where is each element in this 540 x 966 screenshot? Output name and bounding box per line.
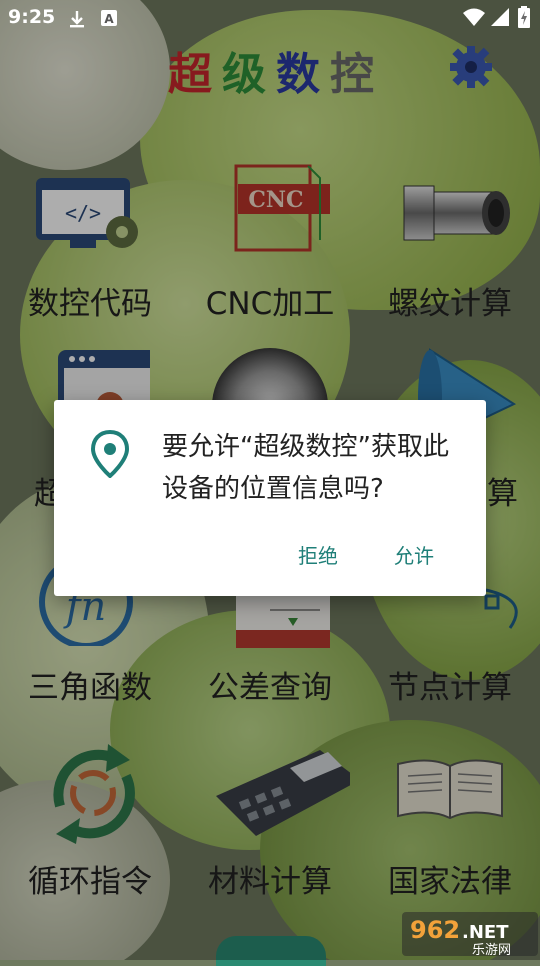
svg-text:962: 962 <box>410 916 460 944</box>
signal-icon <box>490 7 510 31</box>
status-bar: 9:25 A <box>0 0 540 36</box>
deny-button[interactable]: 拒绝 <box>298 540 338 569</box>
svg-text:A: A <box>104 12 114 26</box>
download-icon <box>68 9 86 33</box>
dialog-message: 要允许“超级数控”获取此设备的位置信息吗? <box>162 432 449 504</box>
permission-dialog: 要允许“超级数控”获取此设备的位置信息吗? 拒绝 允许 <box>54 400 486 596</box>
svg-text:.NET: .NET <box>462 922 509 943</box>
location-pin-icon <box>90 429 130 479</box>
a-icon: A <box>100 9 118 31</box>
wifi-icon <box>462 7 486 31</box>
allow-button[interactable]: 允许 <box>394 540 434 569</box>
status-time: 9:25 <box>8 6 56 28</box>
battery-icon <box>518 6 530 32</box>
watermark-logo: 962 .NET 乐游网 <box>402 910 538 958</box>
svg-text:乐游网: 乐游网 <box>472 943 511 958</box>
